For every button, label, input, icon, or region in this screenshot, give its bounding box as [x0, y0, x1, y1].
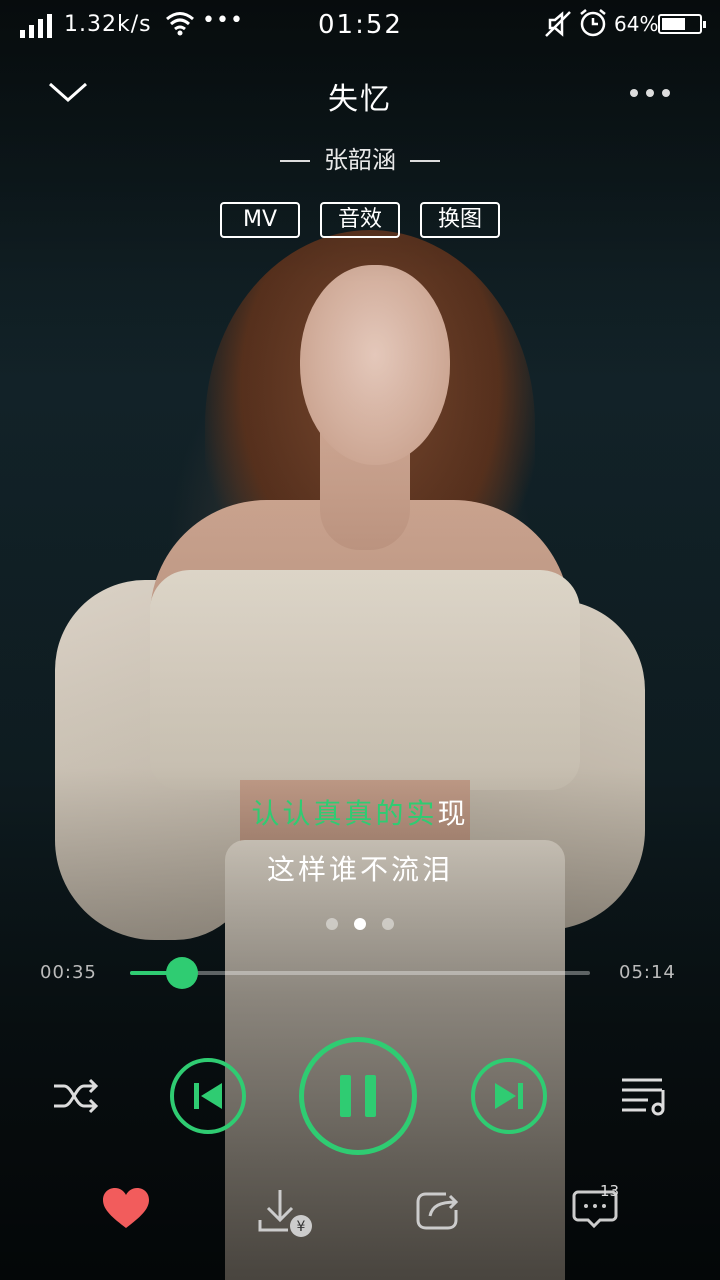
song-title: 失忆	[328, 82, 392, 117]
divider	[410, 160, 440, 162]
pause-button[interactable]	[299, 1037, 417, 1155]
mv-button[interactable]: MV	[220, 202, 300, 238]
next-button[interactable]	[471, 1058, 547, 1134]
artist-name[interactable]: 张韶涵	[324, 146, 396, 174]
progress-handle[interactable]	[165, 957, 198, 989]
tag-buttons: MV 音效 换图	[220, 202, 500, 238]
lyric-remaining-part: 现	[437, 797, 469, 830]
pause-icon	[340, 1075, 376, 1117]
divider	[280, 160, 310, 162]
page-dot	[326, 918, 338, 930]
comment-count-badge: 13	[600, 1182, 620, 1200]
clock: 01:52	[318, 10, 403, 40]
wifi-icon	[166, 12, 194, 36]
next-icon	[495, 1083, 523, 1109]
artist-row[interactable]: 张韶涵	[0, 140, 720, 175]
share-icon[interactable]	[416, 1190, 460, 1230]
page-dot	[382, 918, 394, 930]
shuffle-icon[interactable]	[52, 1076, 100, 1116]
mute-icon	[545, 11, 571, 37]
more-notifications-icon: •••	[202, 8, 244, 33]
page-dot-active	[354, 918, 366, 930]
sound-effect-button[interactable]: 音效	[320, 202, 400, 238]
progress-slider[interactable]	[130, 957, 590, 989]
elapsed-time: 00:35	[40, 962, 97, 983]
alarm-icon	[580, 9, 606, 37]
playlist-icon[interactable]	[620, 1076, 668, 1116]
status-bar: 1.32k/s ••• 01:52 64%	[0, 0, 720, 52]
svg-text:¥: ¥	[297, 1219, 306, 1235]
change-image-button[interactable]: 换图	[420, 202, 500, 238]
current-lyric-line: 认认真真的实现	[0, 792, 720, 832]
page-indicator	[326, 918, 394, 930]
battery-percent: 64%	[614, 12, 659, 36]
heart-icon[interactable]	[103, 1188, 149, 1230]
total-time: 05:14	[619, 962, 676, 983]
network-speed: 1.32k/s	[64, 12, 152, 37]
download-paid-icon[interactable]: ¥	[258, 1188, 316, 1240]
previous-button[interactable]	[170, 1058, 246, 1134]
next-lyric-line: 这样谁不流泪	[266, 853, 453, 886]
more-dots-icon[interactable]	[628, 78, 672, 108]
previous-icon	[194, 1083, 222, 1109]
lyric-sung-part: 认认真真的实	[251, 797, 438, 830]
battery-icon	[658, 14, 706, 34]
signal-icon	[20, 14, 52, 38]
